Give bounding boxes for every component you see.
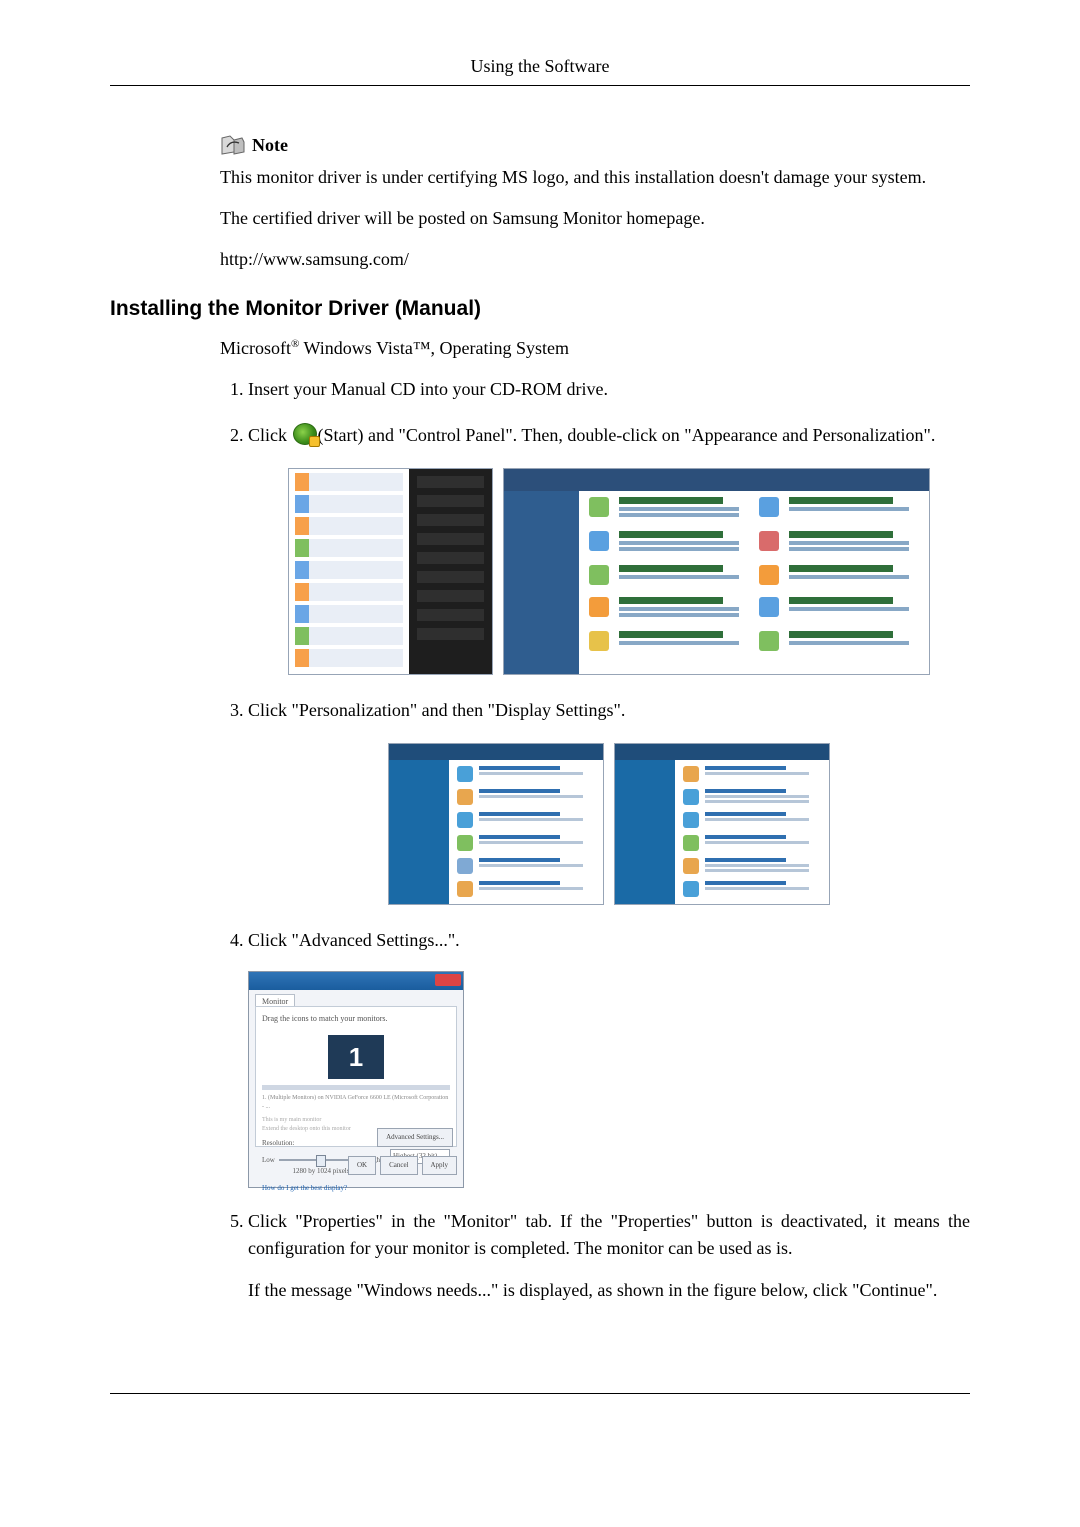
os-suffix: Windows Vista™, Operating System — [299, 338, 569, 358]
device-text: 1. (Multiple Monitors) on NVIDIA GeForce… — [262, 1094, 450, 1113]
note-line-1: This monitor driver is under certifying … — [220, 164, 970, 191]
step-2-text-a: Click — [248, 425, 292, 445]
screenshot-personalization — [614, 743, 830, 905]
step-5-text-b: If the message "Windows needs..." is dis… — [248, 1277, 970, 1305]
step-4: Click "Advanced Settings...". Monitor Id… — [248, 927, 970, 1188]
check-main: This is my main monitor — [262, 1116, 450, 1125]
section-heading: Installing the Monitor Driver (Manual) — [110, 297, 970, 321]
close-icon — [435, 974, 461, 986]
screenshot-start-menu — [288, 468, 493, 675]
apply-button: Apply — [422, 1156, 458, 1175]
note-label: Note — [252, 135, 288, 156]
ok-button: OK — [348, 1156, 376, 1175]
os-line: Microsoft® Windows Vista™, Operating Sys… — [220, 335, 970, 362]
start-orb-icon — [293, 423, 317, 445]
monitor-number: 1 — [349, 1037, 363, 1077]
header-rule — [110, 85, 970, 86]
screenshot-control-panel — [503, 468, 930, 675]
drag-label: Drag the icons to match your monitors. — [262, 1013, 450, 1025]
step-4-text: Click "Advanced Settings...". — [248, 930, 460, 950]
steps-list: Insert your Manual CD into your CD-ROM d… — [220, 376, 970, 1305]
step-5: Click "Properties" in the "Monitor" tab.… — [248, 1208, 970, 1306]
footer-rule — [110, 1393, 970, 1394]
running-header: Using the Software — [110, 56, 970, 77]
device-line — [262, 1085, 450, 1090]
note-line-3: http://www.samsung.com/ — [220, 246, 970, 273]
note-line-2: The certified driver will be posted on S… — [220, 205, 970, 232]
monitor-icon: 1 — [328, 1035, 384, 1079]
resolution-label: Resolution: — [262, 1138, 380, 1149]
advanced-settings-button: Advanced Settings... — [377, 1128, 453, 1147]
step-3: Click "Personalization" and then "Displa… — [248, 697, 970, 905]
note-icon — [220, 134, 246, 156]
step-1-text: Insert your Manual CD into your CD-ROM d… — [248, 379, 608, 399]
step-1: Insert your Manual CD into your CD-ROM d… — [248, 376, 970, 404]
step-2-text-b: (Start) and "Control Panel". Then, doubl… — [318, 425, 936, 445]
screenshot-display-settings: Monitor Identify Monitors Drag the icons… — [248, 971, 464, 1188]
cancel-button: Cancel — [380, 1156, 417, 1175]
step-2: Click (Start) and "Control Panel". Then,… — [248, 422, 970, 675]
screenshot-appearance — [388, 743, 604, 905]
step-3-text: Click "Personalization" and then "Displa… — [248, 700, 625, 720]
os-prefix: Microsoft — [220, 338, 291, 358]
help-link: How do I get the best display? — [262, 1183, 450, 1194]
step-5-text-a: Click "Properties" in the "Monitor" tab.… — [248, 1208, 970, 1264]
